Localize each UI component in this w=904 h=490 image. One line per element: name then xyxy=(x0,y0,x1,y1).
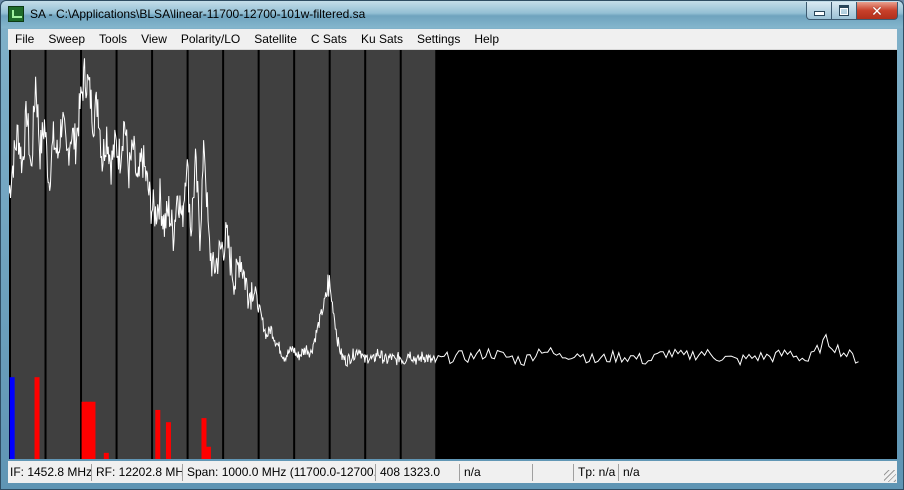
signal-marker-3 xyxy=(86,401,92,459)
menu-c-sats[interactable]: C Sats xyxy=(304,29,354,49)
signal-marker-5 xyxy=(103,452,109,459)
menu-tools[interactable]: Tools xyxy=(92,29,134,49)
minimize-button[interactable] xyxy=(806,2,832,20)
signal-marker-9 xyxy=(205,446,211,459)
window-title: SA - C:\Applications\BLSA\linear-11700-1… xyxy=(30,7,366,21)
minimize-icon xyxy=(813,11,825,16)
status-field-8: n/a xyxy=(623,464,640,479)
status-field-5: n/a xyxy=(462,463,533,481)
menu-satellite[interactable]: Satellite xyxy=(247,29,304,49)
transponder-band-7 xyxy=(259,50,294,459)
menu-settings[interactable]: Settings xyxy=(410,29,467,49)
spectrum-chart[interactable] xyxy=(9,50,897,459)
menu-help[interactable]: Help xyxy=(467,29,506,49)
status-tp: Tp: n/a xyxy=(576,463,619,481)
signal-marker-2 xyxy=(81,401,87,459)
transponder-band-1 xyxy=(46,50,81,459)
maximize-icon xyxy=(839,5,849,16)
menu-view[interactable]: View xyxy=(134,29,174,49)
signal-marker-4 xyxy=(90,401,96,459)
app-icon[interactable] xyxy=(8,6,24,22)
signal-marker-6 xyxy=(155,409,161,459)
status-bar: IF: 1452.8 MHz RF: 12202.8 MHz Span: 100… xyxy=(8,461,897,483)
close-button[interactable]: ✕ xyxy=(856,2,898,20)
menu-bar: File Sweep Tools View Polarity/LO Satell… xyxy=(8,29,897,50)
menu-file[interactable]: File xyxy=(8,29,41,49)
transponder-band-8 xyxy=(295,50,329,459)
status-if: IF: 1452.8 MHz xyxy=(10,463,92,481)
transponder-band-10 xyxy=(366,50,400,459)
menu-sweep[interactable]: Sweep xyxy=(41,29,92,49)
transponder-band-9 xyxy=(330,50,365,459)
signal-marker-7 xyxy=(165,422,171,459)
status-span: Span: 1000.0 MHz (11700.0-12700.0) xyxy=(187,463,376,481)
spectrum-plot[interactable] xyxy=(9,50,897,459)
title-bar[interactable]: SA - C:\Applications\BLSA\linear-11700-1… xyxy=(1,1,903,28)
signal-marker-8 xyxy=(201,418,207,459)
transponder-band-5 xyxy=(188,50,223,459)
signal-marker-1 xyxy=(34,377,40,459)
transponder-band-3 xyxy=(117,50,152,459)
status-field-6 xyxy=(535,463,574,481)
menu-polarity-lo[interactable]: Polarity/LO xyxy=(174,29,247,49)
transponder-band-11 xyxy=(401,50,436,459)
resize-grip-icon[interactable] xyxy=(884,470,896,482)
status-coords: 408 1323.0 xyxy=(378,463,460,481)
menu-ku-sats[interactable]: Ku Sats xyxy=(354,29,410,49)
app-window: SA - C:\Applications\BLSA\linear-11700-1… xyxy=(0,0,904,490)
close-icon: ✕ xyxy=(871,2,883,19)
signal-marker-0 xyxy=(9,377,15,459)
transponder-band-4 xyxy=(153,50,187,459)
transponder-band-2 xyxy=(82,50,116,459)
status-rf: RF: 12202.8 MHz xyxy=(96,463,183,481)
maximize-button[interactable] xyxy=(831,2,857,20)
